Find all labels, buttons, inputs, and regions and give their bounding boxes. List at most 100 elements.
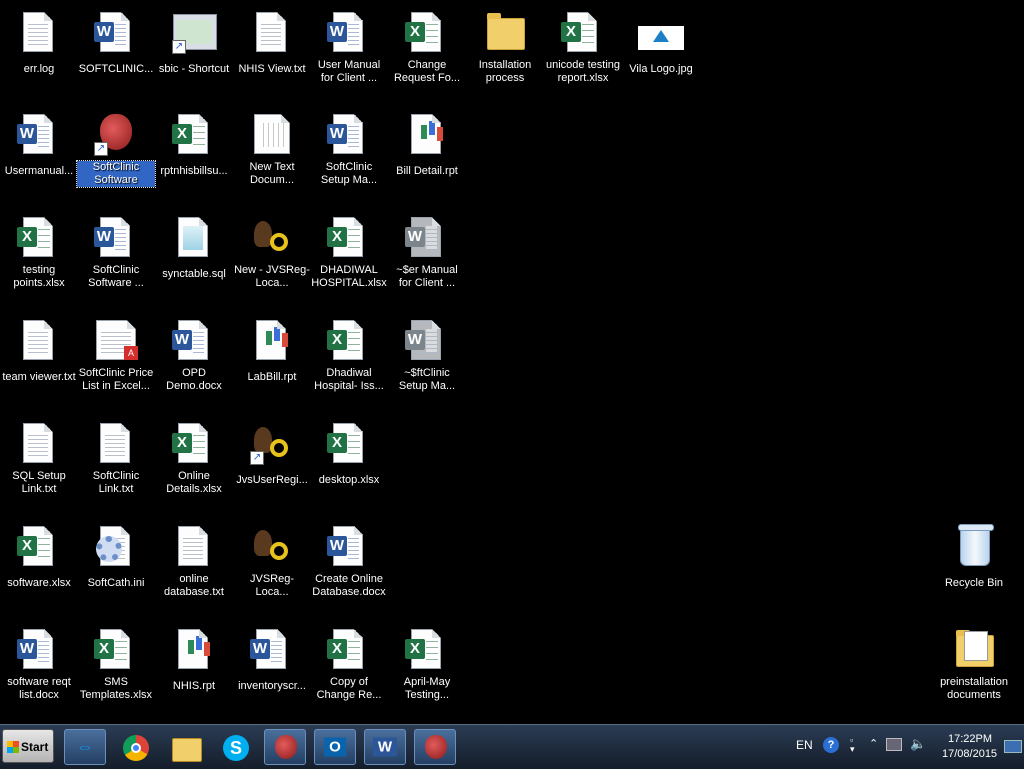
show-desktop-button[interactable] (1004, 740, 1022, 753)
desktop-icon-softclinic-link[interactable]: SoftClinic Link.txt (77, 419, 155, 497)
show-hidden-icons-icon[interactable]: ⌃ (869, 737, 878, 750)
text-file-icon (170, 522, 218, 570)
taskbar-softclinic-2-button[interactable] (414, 729, 456, 765)
desktop-icon-bill-detail[interactable]: Bill Detail.rpt (388, 110, 466, 179)
report-file-icon (170, 625, 218, 673)
word-doc-icon: W (15, 625, 63, 673)
desktop-icon-sql-setup-link[interactable]: SQL Setup Link.txt (0, 419, 78, 497)
desktop-icon-nhis-view[interactable]: NHIS View.txt (233, 8, 311, 77)
desktop-icon-user-manual[interactable]: W User Manual for Client ... (310, 8, 388, 86)
desktop-icon-err-log[interactable]: err.log (0, 8, 78, 77)
heart-app-icon: ↗ (92, 110, 140, 158)
heart-app-icon (275, 735, 297, 759)
desktop-icon-softclinic-doc[interactable]: W SOFTCLINIC... (77, 8, 155, 77)
excel-sheet-icon: X (170, 419, 218, 467)
icon-label: software reqt list.docx (7, 676, 71, 701)
desktop-icon-softclinic-software[interactable]: ↗ SoftClinic Software (76, 110, 156, 188)
clock-time[interactable]: 17:22PM (948, 733, 992, 745)
desktop-icon-preinstallation-documents[interactable]: preinstallation documents (935, 625, 1013, 703)
desktop-icon-usermanual[interactable]: W Usermanual... (0, 110, 78, 179)
icon-label: NHIS.rpt (172, 680, 216, 692)
binary-file-icon (248, 110, 296, 158)
desktop-icon-software-reqt-list[interactable]: W software reqt list.docx (0, 625, 78, 703)
desktop-icon-unicode-testing[interactable]: X unicode testing report.xlsx (544, 8, 622, 86)
help-icon[interactable]: ? (823, 737, 839, 753)
desktop-icon-dhadiwal-issues[interactable]: X Dhadiwal Hospital- Iss... (310, 316, 388, 394)
desktop-icon-softclinic-software-doc[interactable]: W SoftClinic Software ... (77, 213, 155, 291)
icon-label: Recycle Bin (944, 577, 1004, 589)
desktop-icon-create-online-database[interactable]: W Create Online Database.docx (310, 522, 388, 600)
network-icon[interactable] (886, 738, 902, 751)
icon-label: Change Request Fo... (393, 59, 461, 84)
icon-label: New - JVSReg-Loca... (234, 264, 310, 289)
desktop-icon-vila-logo[interactable]: Vila Logo.jpg (622, 8, 700, 77)
word-doc-icon: W (92, 213, 140, 261)
recycle-bin-icon (950, 522, 998, 570)
desktop-icon-new-text-document[interactable]: New Text Docum... (233, 110, 311, 188)
text-file-icon (92, 419, 140, 467)
desktop-icon-april-may-testing[interactable]: X April-May Testing... (388, 625, 466, 703)
taskbar-skype-button[interactable]: S (214, 729, 256, 765)
desktop-icon-software-xlsx[interactable]: X software.xlsx (0, 522, 78, 591)
desktop-icon-jvsreg-loca[interactable]: JVSReg-Loca... (233, 522, 311, 600)
desktop-icon-recycle-bin[interactable]: Recycle Bin (935, 522, 1013, 591)
report-file-icon (248, 316, 296, 364)
teamviewer-icon: ⇔ (76, 736, 94, 757)
start-button[interactable]: Start (2, 729, 54, 763)
desktop-icon-online-database[interactable]: online database.txt (155, 522, 233, 600)
text-file-icon (15, 419, 63, 467)
icon-label: Dhadiwal Hospital- Iss... (314, 367, 384, 392)
desktop-icon-temp-setup-manual[interactable]: W ~$ftClinic Setup Ma... (388, 316, 466, 394)
language-options-icon[interactable]: ▫ ▾ (850, 736, 855, 754)
volume-icon[interactable]: 🔈 (910, 736, 926, 752)
desktop-icon-sms-templates[interactable]: X SMS Templates.xlsx (77, 625, 155, 703)
icon-label: ~$ftClinic Setup Ma... (398, 367, 456, 392)
taskbar-outlook-button[interactable]: O (314, 729, 356, 765)
desktop-icon-inventoryscr[interactable]: W inventoryscr... (233, 625, 311, 694)
desktop-icon-jvsuserregi[interactable]: ↗ JvsUserRegi... (233, 419, 311, 488)
taskbar-chrome-button[interactable] (114, 729, 156, 765)
desktop-icon-temp-user-manual[interactable]: W ~$er Manual for Client ... (388, 213, 466, 291)
icon-label: DHADIWAL HOSPITAL.xlsx (311, 264, 387, 289)
taskbar-teamviewer-button[interactable]: ⇔ (64, 729, 106, 765)
desktop-icon-change-request[interactable]: X Change Request Fo... (388, 8, 466, 86)
taskbar-softclinic-button[interactable] (264, 729, 306, 765)
desktop-icon-synctable[interactable]: synctable.sql (155, 213, 233, 282)
desktop-icon-opd-demo[interactable]: W OPD Demo.docx (155, 316, 233, 394)
desktop-icon-desktop-xlsx[interactable]: X desktop.xlsx (310, 419, 388, 488)
clock-date[interactable]: 17/08/2015 (942, 748, 997, 760)
desktop-icon-testing-points[interactable]: X testing points.xlsx (0, 213, 78, 291)
excel-sheet-icon: X (403, 625, 451, 673)
taskbar-explorer-button[interactable] (164, 729, 206, 765)
desktop: err.log W SOFTCLINIC... ↗ sbic - Shortcu… (0, 0, 1024, 724)
windows-logo-icon (7, 741, 19, 753)
desktop-icon-softclinic-setup[interactable]: W SoftClinic Setup Ma... (310, 110, 388, 188)
desktop-icon-copy-of-change-request[interactable]: X Copy of Change Re... (310, 625, 388, 703)
desktop-icon-labbill[interactable]: LabBill.rpt (233, 316, 311, 385)
word-icon: W (372, 737, 398, 757)
skype-icon: S (223, 735, 249, 761)
desktop-icon-dhadiwal-hospital[interactable]: X DHADIWAL HOSPITAL.xlsx (310, 213, 388, 291)
key-app-icon (248, 213, 296, 261)
word-temp-doc-icon: W (403, 213, 451, 261)
icon-label: testing points.xlsx (13, 264, 65, 289)
desktop-icon-nhis-rpt[interactable]: NHIS.rpt (155, 625, 233, 694)
excel-sheet-icon: X (92, 625, 140, 673)
desktop-icon-softcath-ini[interactable]: SoftCath.ini (77, 522, 155, 591)
desktop-icon-new-jvsreg[interactable]: New - JVSReg-Loca... (233, 213, 311, 291)
desktop-icon-price-list-pdf[interactable]: A SoftClinic Price List in Excel... (77, 316, 155, 394)
desktop-icon-online-details[interactable]: X Online Details.xlsx (155, 419, 233, 497)
icon-label: New Text Docum... (249, 161, 295, 186)
settings-file-icon (92, 522, 140, 570)
word-doc-icon: W (325, 110, 373, 158)
desktop-icon-sbic-shortcut[interactable]: ↗ sbic - Shortcut (155, 8, 233, 77)
shortcut-arrow-icon: ↗ (172, 40, 186, 54)
key-app-icon: ↗ (248, 419, 296, 467)
desktop-icon-rptnhisbillsu[interactable]: X rptnhisbillsu... (155, 110, 233, 179)
language-indicator[interactable]: EN (796, 738, 813, 752)
desktop-icon-installation-process[interactable]: Installation process (466, 8, 544, 86)
word-doc-icon: W (170, 316, 218, 364)
taskbar-word-button[interactable]: W (364, 729, 406, 765)
desktop-icon-team-viewer[interactable]: team viewer.txt (0, 316, 78, 385)
excel-sheet-icon: X (325, 625, 373, 673)
